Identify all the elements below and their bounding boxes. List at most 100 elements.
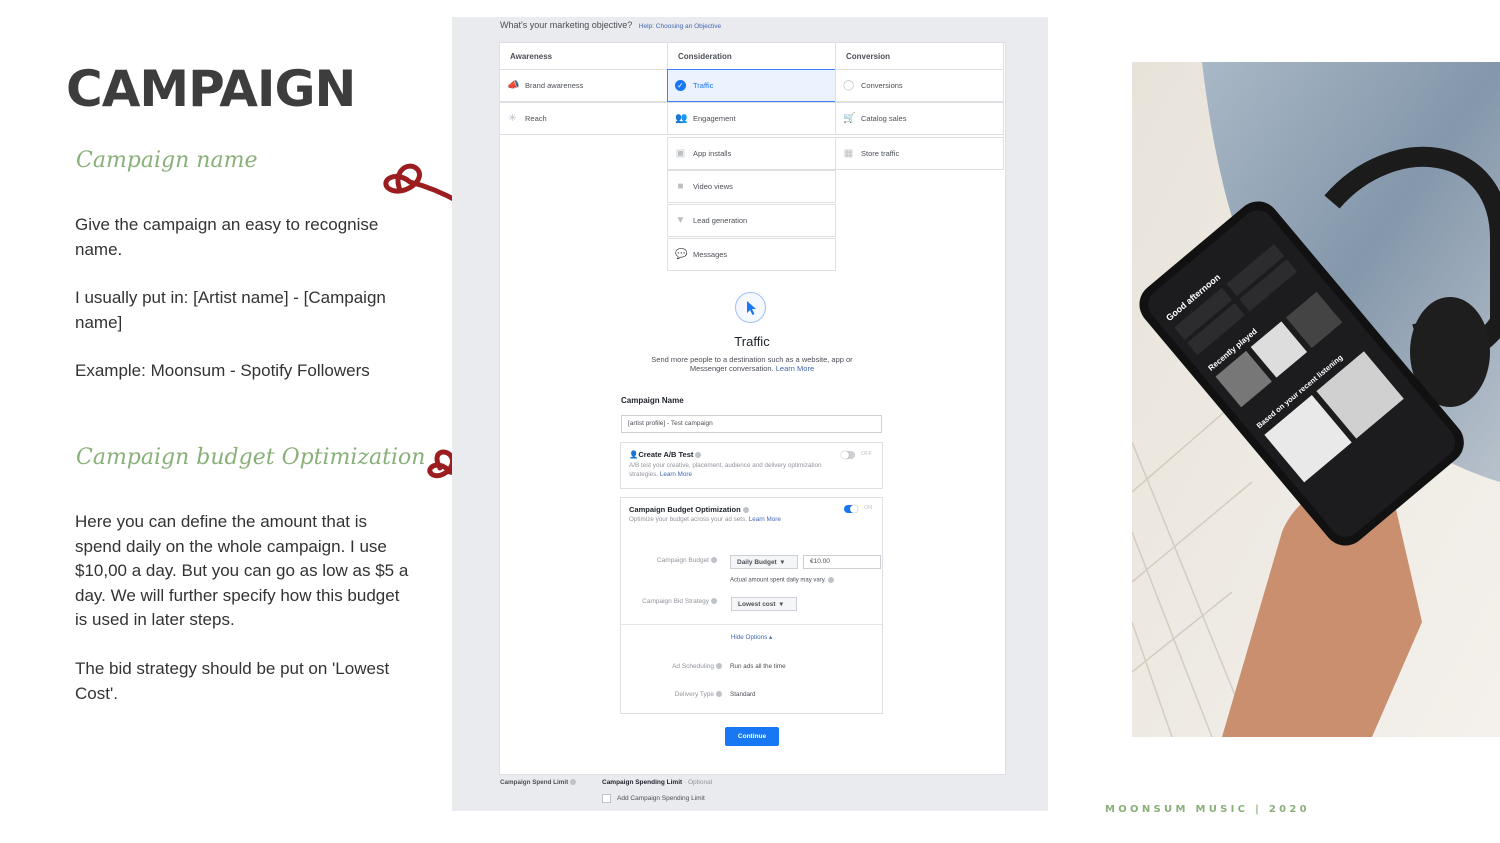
objective-app-installs[interactable]: ▣ App installs [667,137,836,170]
info-icon [716,663,722,670]
store-icon: ▦ [843,148,854,159]
description-text: Optimize your budget across your ad sets… [629,516,747,523]
person-icon: 👤 [629,450,639,459]
slide-title: CAMPAIGN [66,60,356,118]
objective-label: Conversions [861,81,903,90]
spend-limit-heading: Campaign Spending Limit · Optional [602,779,712,786]
globe-icon: ◯ [843,80,855,91]
budget-note: Actual amount spent daily may vary. [730,577,834,584]
section-heading-campaign-name: Campaign name [76,148,258,173]
heading-text: Campaign Spending Limit [602,779,683,786]
objective-label: Video views [693,182,733,191]
chat-bubble-icon: 💬 [675,249,688,260]
spend-limit-checkbox-label: Add Campaign Spending Limit [617,795,705,802]
delivery-type-value[interactable]: Standard [730,691,756,698]
campaign-name-input[interactable]: [artist profile] - Test campaign [621,415,882,433]
bid-strategy-label: Campaign Bid Strategy [597,598,717,605]
objective-lead-generation[interactable]: ▼ Lead generation [667,204,836,237]
selected-objective-title: Traffic [734,334,770,349]
dropdown-value: Lowest cost [738,600,776,608]
people-icon: 👥 [675,113,688,124]
divider [621,624,882,625]
column-header-awareness: Awareness [499,42,668,70]
paragraph: Give the campaign an easy to recognise n… [75,215,379,259]
caret-down-icon: ▾ [780,559,784,566]
objective-messages[interactable]: 💬 Messages [667,238,836,271]
cbo-title-text: Campaign Budget Optimization [629,505,741,514]
video-camera-icon: ■ [677,181,684,192]
info-icon [716,691,722,698]
optional-tag: · Optional [682,779,713,786]
note-text: Actual amount spent daily may vary. [730,577,826,584]
learn-more-link[interactable]: Learn More [660,471,692,478]
selected-objective-description: Send more people to a destination such a… [632,355,872,373]
hide-options-link[interactable]: Hide Options ▴ [621,634,882,641]
box-icon: ▣ [675,148,686,159]
paragraph: The bid strategy should be put on 'Lowes… [75,659,390,703]
objective-video-views[interactable]: ■ Video views [667,170,836,203]
info-icon [695,452,702,459]
bid-strategy-dropdown[interactable]: Lowest cost ▾ [731,597,797,611]
ab-test-toggle[interactable] [841,451,855,459]
objective-brand-awareness[interactable]: 📣 Brand awareness [499,69,668,102]
cbo-toggle-state: ON [864,505,873,511]
column-header-conversion: Conversion [835,42,1004,70]
cart-icon: 🛒 [843,113,856,124]
objective-label: Lead generation [693,216,748,225]
objective-question-text: What's your marketing objective? [500,20,633,30]
learn-more-link[interactable]: Learn More [776,364,814,373]
description-text: A/B test your creative, placement, audie… [629,462,822,478]
objective-conversions[interactable]: ◯ Conversions [835,69,1004,102]
help-link[interactable]: Help: Choosing an Objective [639,23,721,30]
ab-test-toggle-state: OFF [861,451,872,457]
megaphone-icon: 📣 [507,80,520,91]
objective-question: What's your marketing objective? Help: C… [500,20,721,30]
label-text: Campaign Bid Strategy [642,598,709,605]
label-text: Campaign Spend Limit [500,779,569,786]
paragraph: Example: Moonsum - Spotify Followers [75,361,370,380]
cbo-description: Optimize your budget across your ad sets… [629,516,781,523]
dropdown-value: Daily Budget [737,558,777,566]
label-text: Campaign Budget [656,557,709,564]
ab-test-description: A/B test your creative, placement, audie… [629,461,829,479]
check-circle-icon: ✓ [675,80,686,91]
info-icon [827,577,834,583]
objective-label: Reach [525,114,547,123]
objective-reach[interactable]: ✳ Reach [499,102,668,135]
paragraph: I usually put in: [Artist name] - [Campa… [75,288,386,332]
objective-traffic[interactable]: ✓ Traffic [667,69,836,102]
caret-down-icon: ▾ [779,601,783,608]
objective-label: Catalog sales [861,114,907,123]
column-header-consideration: Consideration [667,42,836,70]
phone-photo: Good afternoon Recently played Based on … [1132,62,1500,737]
objective-label: Brand awareness [525,81,584,90]
objective-label: Store traffic [861,149,900,158]
objective-engagement[interactable]: 👥 Engagement [667,102,836,135]
ad-scheduling-label: Ad Scheduling [602,663,722,670]
objective-catalog-sales[interactable]: 🛒 Catalog sales [835,102,1004,135]
budget-amount-input[interactable]: €10.00 [803,555,881,569]
ab-test-title: 👤Create A/B Test [629,450,702,459]
paragraph: Here you can define the amount that is s… [75,512,409,629]
description-text: Send more people to a destination such a… [651,355,853,373]
info-icon [711,557,717,564]
footer-brand: MOONSUM MUSIC | 2020 [1105,804,1310,815]
continue-button[interactable]: Continue [725,727,779,746]
cbo-toggle[interactable] [844,505,858,513]
objective-label: Engagement [693,114,736,123]
cursor-icon [735,292,766,323]
objective-label: App installs [693,149,732,158]
campaign-name-label: Campaign Name [621,396,684,405]
ab-test-title-text: Create A/B Test [638,450,694,459]
label-text: Delivery Type [674,691,714,698]
learn-more-link[interactable]: Learn More [749,516,781,523]
info-icon [742,507,749,514]
objective-store-traffic[interactable]: ▦ Store traffic [835,137,1004,170]
spend-limit-checkbox[interactable] [602,794,611,803]
snowflake-icon: ✳ [508,113,517,124]
funnel-icon: ▼ [675,215,686,226]
cbo-title: Campaign Budget Optimization [629,505,749,514]
ad-scheduling-value[interactable]: Run ads all the time [730,663,786,670]
spend-limit-label: Campaign Spend Limit [500,779,577,786]
budget-type-dropdown[interactable]: Daily Budget ▾ [730,555,798,569]
